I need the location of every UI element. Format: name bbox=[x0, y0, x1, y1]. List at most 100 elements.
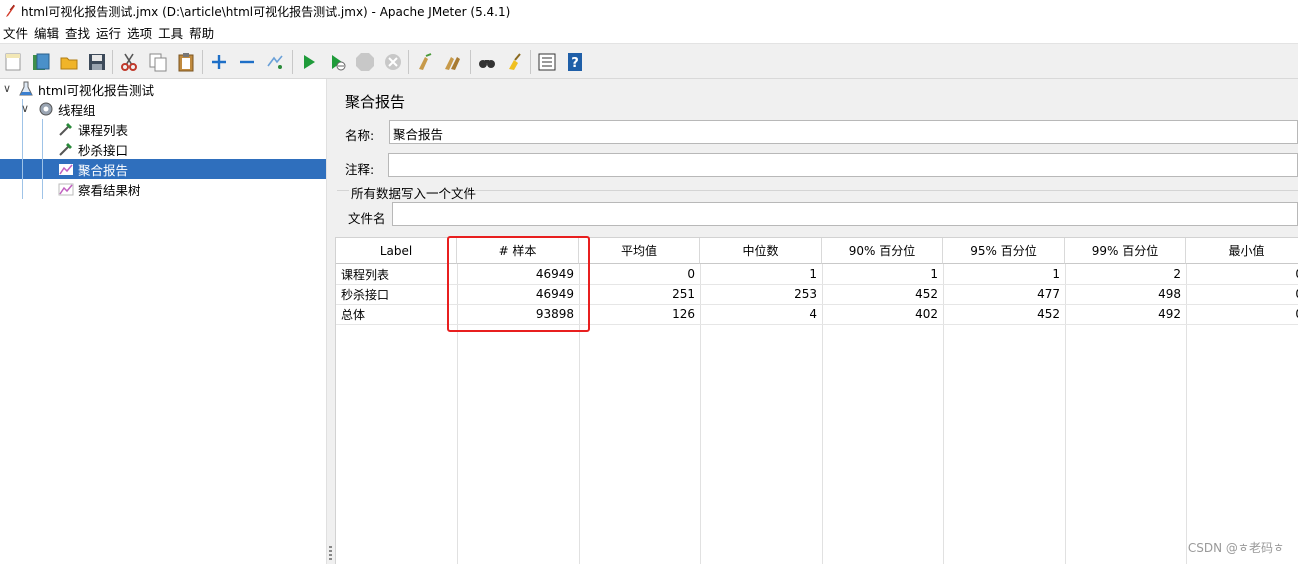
test-plan-tree: ∨ html可视化报告测试 ∨ 线程组 课程列表 秒杀接口 聚合报告 察看结果树 bbox=[0, 79, 326, 564]
table-cell[interactable]: 0 bbox=[1186, 284, 1298, 304]
pane-splitter[interactable] bbox=[326, 79, 334, 564]
start-no-pause-icon[interactable] bbox=[326, 51, 348, 73]
comment-field[interactable] bbox=[388, 153, 1298, 177]
table-cell[interactable]: 253 bbox=[700, 284, 822, 304]
table-cell[interactable]: 4 bbox=[700, 304, 822, 324]
start-icon[interactable] bbox=[298, 51, 320, 73]
stop-icon[interactable] bbox=[354, 51, 376, 73]
table-cell[interactable]: 2 bbox=[1065, 264, 1186, 284]
table-cell[interactable]: 1 bbox=[822, 264, 943, 284]
pipette-icon bbox=[58, 141, 74, 157]
watermark: CSDN @ㅎ老码ㅎ bbox=[1187, 541, 1284, 555]
table-cell[interactable]: 402 bbox=[822, 304, 943, 324]
chart-listener-icon bbox=[58, 181, 74, 197]
tree-node-aggregate-report[interactable]: 聚合报告 bbox=[58, 159, 128, 179]
table-cell[interactable]: 126 bbox=[579, 304, 700, 324]
remove-icon[interactable] bbox=[236, 51, 258, 73]
menu-bar: 文件 编辑 查找 运行 选项 工具 帮助 bbox=[0, 22, 1298, 43]
help-icon[interactable]: ? bbox=[564, 51, 586, 73]
open-icon[interactable] bbox=[58, 51, 80, 73]
aggregate-table: Label # 样本 平均值 中位数 90% 百分位 95% 百分位 99% 百… bbox=[335, 237, 1298, 564]
aggregate-report-panel: 聚合报告 名称: 聚合报告 注释: 所有数据写入一个文件 文件名 Label #… bbox=[334, 79, 1298, 564]
table-cell[interactable]: 0 bbox=[1186, 304, 1298, 324]
reset-search-icon[interactable] bbox=[504, 51, 526, 73]
tree-node-label: 线程组 bbox=[58, 102, 96, 118]
chevron-down-icon[interactable]: ∨ bbox=[21, 102, 29, 115]
column-header-average[interactable]: 平均值 bbox=[579, 238, 700, 264]
tree-node-view-results-tree[interactable]: 察看结果树 bbox=[58, 179, 141, 199]
chart-listener-icon bbox=[58, 161, 74, 177]
table-cell[interactable]: 452 bbox=[943, 304, 1065, 324]
templates-icon[interactable] bbox=[30, 51, 52, 73]
table-cell[interactable]: 秒杀接口 bbox=[336, 284, 457, 304]
tree-selection-highlight bbox=[0, 159, 326, 179]
toggle-icon[interactable] bbox=[264, 51, 286, 73]
clear-all-icon[interactable] bbox=[442, 51, 464, 73]
table-cell[interactable]: 492 bbox=[1065, 304, 1186, 324]
table-cell[interactable]: 46949 bbox=[457, 284, 579, 304]
column-header-90-percentile[interactable]: 90% 百分位 bbox=[822, 238, 943, 264]
table-cell[interactable]: 452 bbox=[822, 284, 943, 304]
column-header-samples[interactable]: # 样本 bbox=[457, 238, 579, 264]
pipette-icon bbox=[58, 121, 74, 137]
copy-icon[interactable] bbox=[147, 51, 169, 73]
column-header-99-percentile[interactable]: 99% 百分位 bbox=[1065, 238, 1186, 264]
table-cell[interactable]: 498 bbox=[1065, 284, 1186, 304]
table-cell[interactable]: 0 bbox=[579, 264, 700, 284]
tree-node-thread-group[interactable]: 线程组 bbox=[38, 99, 96, 119]
splitter-grip[interactable] bbox=[329, 546, 332, 560]
tree-node-label: 察看结果树 bbox=[78, 182, 141, 198]
table-cell[interactable]: 总体 bbox=[336, 304, 457, 324]
filename-field[interactable] bbox=[392, 202, 1298, 226]
window-title: html可视化报告测试.jmx (D:\article\html可视化报告测试.… bbox=[21, 4, 511, 19]
menu-file[interactable]: 文件 bbox=[0, 23, 31, 42]
tree-node-sampler-seckill[interactable]: 秒杀接口 bbox=[58, 139, 128, 159]
chevron-down-icon[interactable]: ∨ bbox=[3, 82, 11, 95]
clear-icon[interactable] bbox=[414, 51, 436, 73]
tree-node-test-plan[interactable]: html可视化报告测试 bbox=[18, 79, 154, 99]
tree-node-label: 课程列表 bbox=[78, 122, 129, 138]
table-cell[interactable]: 46949 bbox=[457, 264, 579, 284]
column-header-95-percentile[interactable]: 95% 百分位 bbox=[943, 238, 1065, 264]
tree-node-label: html可视化报告测试 bbox=[38, 82, 154, 98]
menu-tools[interactable]: 工具 bbox=[155, 23, 186, 42]
menu-run[interactable]: 运行 bbox=[93, 23, 124, 42]
menu-options[interactable]: 选项 bbox=[124, 23, 155, 42]
title-bar: html可视化报告测试.jmx (D:\article\html可视化报告测试.… bbox=[0, 0, 1298, 22]
panel-title: 聚合报告 bbox=[345, 93, 406, 111]
menu-help[interactable]: 帮助 bbox=[186, 23, 217, 42]
save-icon[interactable] bbox=[86, 51, 108, 73]
toolbar: ? bbox=[0, 43, 1298, 79]
column-header-min[interactable]: 最小值 bbox=[1186, 238, 1298, 264]
table-cell[interactable]: 课程列表 bbox=[336, 264, 457, 284]
table-cell[interactable]: 1 bbox=[700, 264, 822, 284]
table-cell[interactable]: 251 bbox=[579, 284, 700, 304]
column-header-median[interactable]: 中位数 bbox=[700, 238, 822, 264]
gear-icon bbox=[38, 101, 54, 117]
paste-icon[interactable] bbox=[175, 51, 197, 73]
tree-node-label: 聚合报告 bbox=[78, 162, 129, 178]
test-plan-flask-icon bbox=[18, 81, 34, 97]
add-icon[interactable] bbox=[208, 51, 230, 73]
tree-node-label: 秒杀接口 bbox=[78, 142, 129, 158]
table-cell[interactable]: 477 bbox=[943, 284, 1065, 304]
name-label: 名称: bbox=[345, 128, 375, 143]
table-cell[interactable]: 93898 bbox=[457, 304, 579, 324]
menu-search[interactable]: 查找 bbox=[62, 23, 93, 42]
name-field[interactable]: 聚合报告 bbox=[389, 120, 1298, 144]
jmeter-feather-icon bbox=[6, 4, 15, 17]
comment-label: 注释: bbox=[345, 162, 375, 177]
cut-icon[interactable] bbox=[118, 51, 140, 73]
tree-node-sampler-course-list[interactable]: 课程列表 bbox=[58, 119, 128, 139]
new-icon[interactable] bbox=[2, 51, 24, 73]
filename-label: 文件名 bbox=[348, 211, 386, 226]
search-icon[interactable] bbox=[476, 51, 498, 73]
shutdown-icon[interactable] bbox=[382, 51, 404, 73]
table-cell[interactable]: 0 bbox=[1186, 264, 1298, 284]
function-helper-icon[interactable] bbox=[536, 51, 558, 73]
file-group-label: 所有数据写入一个文件 bbox=[351, 186, 477, 201]
svg-text:?: ? bbox=[571, 56, 579, 71]
table-cell[interactable]: 1 bbox=[943, 264, 1065, 284]
column-header-label[interactable]: Label bbox=[336, 238, 457, 264]
menu-edit[interactable]: 编辑 bbox=[31, 23, 62, 42]
